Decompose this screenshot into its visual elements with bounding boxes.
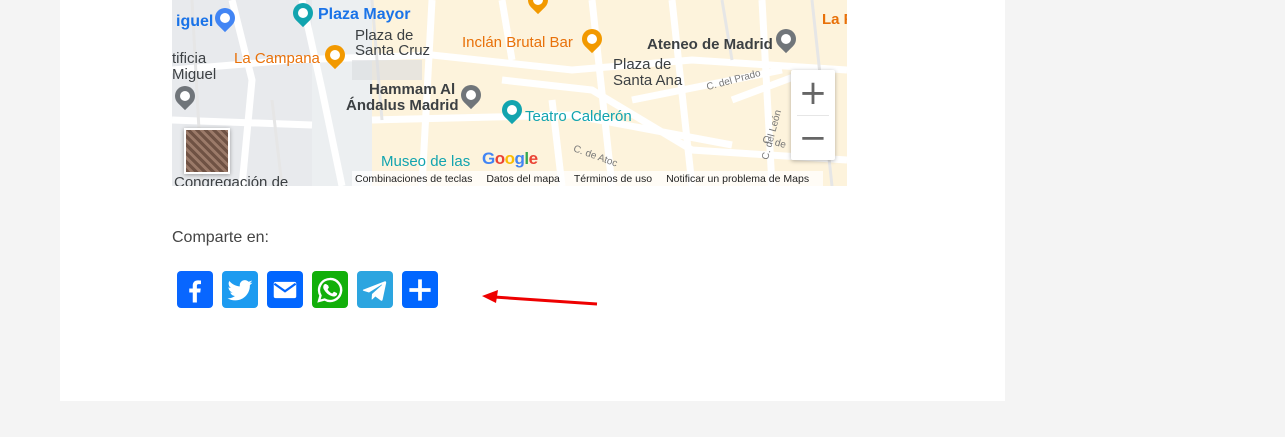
zoom-control: + −	[791, 70, 835, 160]
telegram-icon	[362, 280, 387, 301]
terms-link[interactable]: Términos de uso	[574, 173, 652, 185]
map-label-plaza-santa-cruz-2: Santa Cruz	[355, 42, 431, 59]
red-arrow-icon	[482, 290, 598, 306]
zoom-out-button[interactable]: −	[791, 115, 835, 160]
twitter-icon	[227, 279, 253, 300]
map-label-plaza-santa-ana-1: Plaza de	[613, 56, 672, 73]
map-label-ateneo: Ateneo de Madrid	[647, 36, 773, 53]
embedded-map[interactable]: iguel Plaza Mayor Plaza de Santa Cruz In…	[172, 0, 847, 186]
map-label-plaza-mayor: Plaza Mayor	[318, 6, 411, 23]
map-footer: Combinaciones de teclas Datos del mapa T…	[352, 171, 824, 186]
map-label-miguel-partial: iguel	[176, 13, 214, 30]
facebook-icon	[189, 279, 201, 302]
facebook-share-button[interactable]	[177, 271, 213, 308]
share-label: Comparte en:	[172, 229, 269, 246]
map-label-hammam-2: Ándalus Madrid	[346, 97, 459, 114]
map-label-la-campana: La Campana	[234, 50, 320, 67]
keyboard-shortcuts-link[interactable]: Combinaciones de teclas	[355, 173, 472, 185]
map-label-hammam-1: Hammam Al	[369, 81, 456, 98]
whatsapp-icon	[317, 277, 343, 303]
email-share-button[interactable]	[267, 271, 303, 308]
map-label-inclan: Inclán Brutal Bar	[462, 34, 573, 51]
map-label-plaza-santa-cruz-1: Plaza de	[355, 27, 414, 44]
report-problem-link[interactable]: Notificar un problema de Maps	[666, 173, 809, 185]
map-label-congregacion: Congregación de	[174, 174, 289, 186]
whatsapp-share-button[interactable]	[312, 271, 348, 308]
plus-icon	[409, 278, 431, 301]
satellite-view-toggle[interactable]	[184, 128, 230, 174]
google-logo: Google	[482, 149, 538, 168]
map-label-miguel: Miguel	[172, 66, 217, 83]
map-data-link[interactable]: Datos del mapa	[486, 173, 560, 185]
twitter-share-button[interactable]	[222, 271, 258, 308]
map-label-plaza-santa-ana-2: Santa Ana	[613, 72, 683, 89]
telegram-share-button[interactable]	[357, 271, 393, 308]
email-icon	[273, 281, 297, 298]
zoom-in-button[interactable]: +	[791, 70, 835, 115]
map-label-teatro: Teatro Calderón	[525, 108, 632, 125]
more-share-button[interactable]	[402, 271, 438, 308]
map-label-la-partial: La F	[822, 11, 847, 28]
map-label-tificia: tificia	[172, 50, 207, 67]
map-label-museo: Museo de las	[381, 153, 471, 170]
